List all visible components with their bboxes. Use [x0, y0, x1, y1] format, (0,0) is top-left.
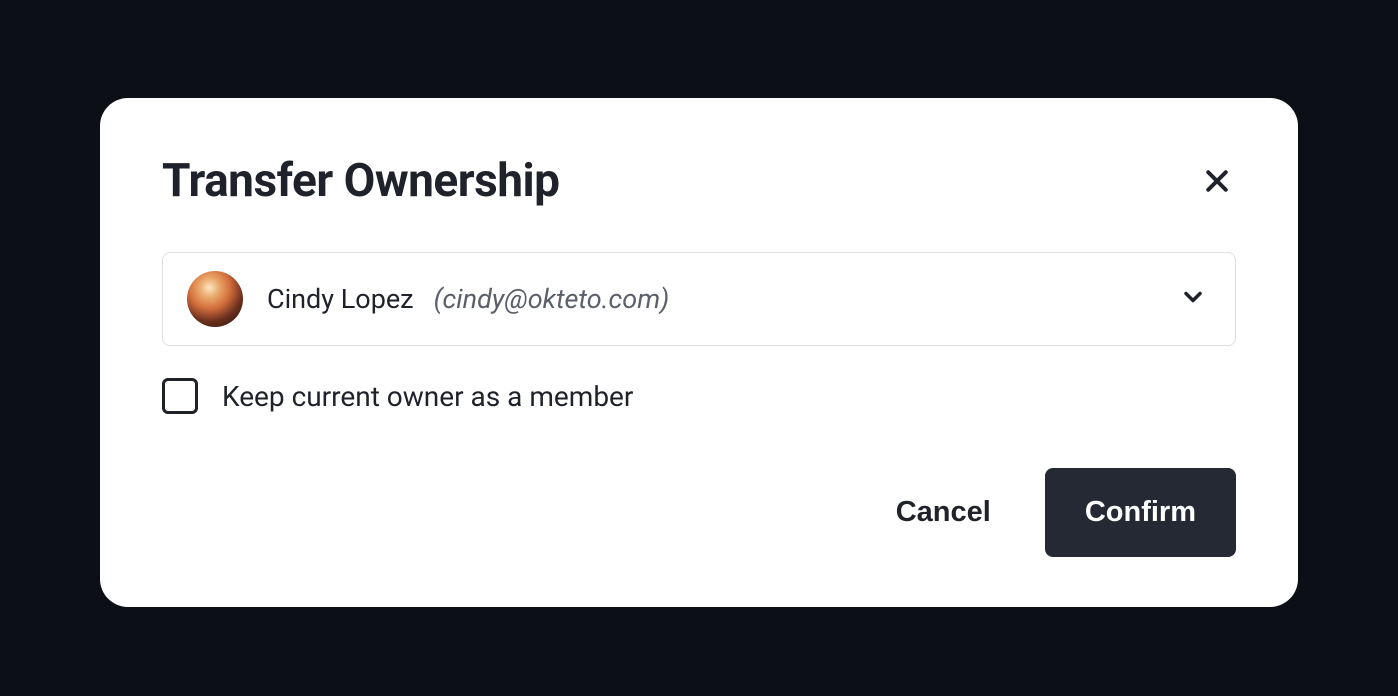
user-select-content: Cindy Lopez (cindy@okteto.com)	[187, 271, 669, 327]
chevron-down-icon	[1179, 283, 1207, 315]
close-icon	[1202, 166, 1232, 196]
user-text: Cindy Lopez (cindy@okteto.com)	[267, 283, 669, 315]
modal-footer: Cancel Confirm	[162, 468, 1236, 557]
user-select-dropdown[interactable]: Cindy Lopez (cindy@okteto.com)	[162, 252, 1236, 346]
keep-member-row: Keep current owner as a member	[162, 378, 1236, 414]
close-button[interactable]	[1198, 162, 1236, 200]
keep-member-checkbox[interactable]	[162, 378, 198, 414]
modal-title: Transfer Ownership	[162, 154, 560, 208]
cancel-button[interactable]: Cancel	[892, 488, 995, 537]
selected-user-name: Cindy Lopez	[267, 283, 414, 315]
modal-header: Transfer Ownership	[162, 154, 1236, 208]
transfer-ownership-modal: Transfer Ownership Cindy Lopez (cindy@ok…	[100, 98, 1298, 607]
confirm-button[interactable]: Confirm	[1045, 468, 1236, 557]
avatar	[187, 271, 243, 327]
keep-member-label: Keep current owner as a member	[222, 380, 633, 413]
selected-user-email: (cindy@okteto.com)	[434, 283, 670, 315]
